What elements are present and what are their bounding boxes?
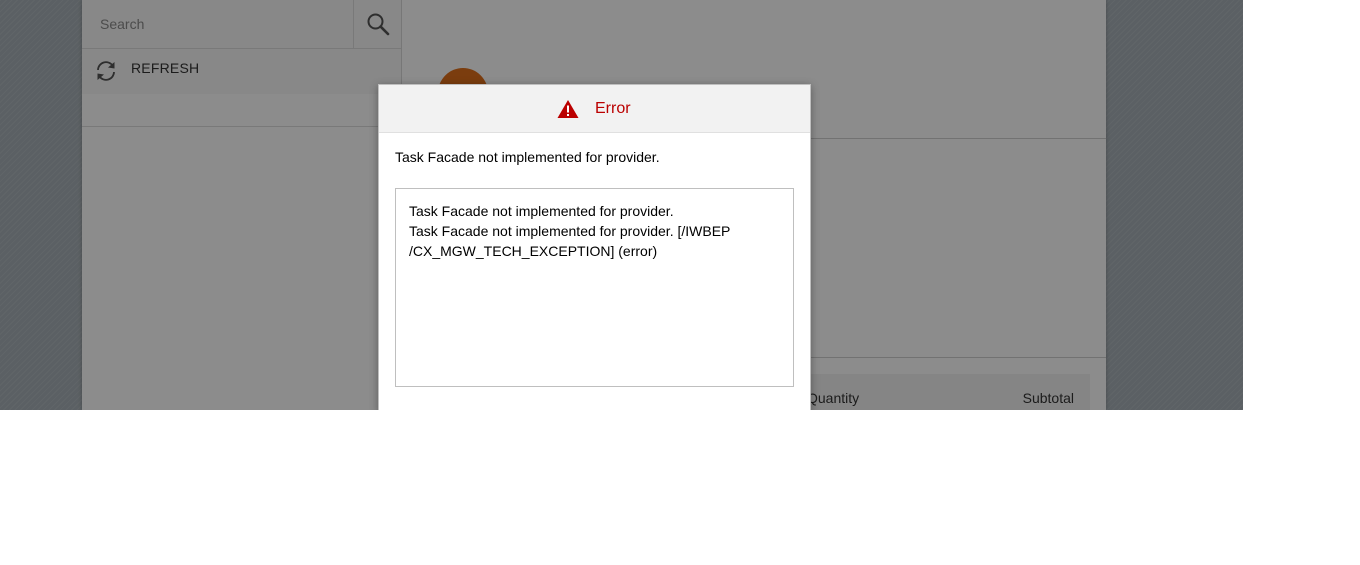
error-details-box[interactable]: Task Facade not implemented for provider… — [395, 188, 794, 387]
dialog-title: Error — [595, 100, 631, 117]
error-message: Task Facade not implemented for provider… — [395, 149, 660, 165]
error-dialog: Error Task Facade not implemented for pr… — [378, 84, 811, 410]
error-details-line: Task Facade not implemented for provider… — [409, 223, 731, 239]
error-details-line: Task Facade not implemented for provider… — [409, 203, 674, 219]
warning-icon — [557, 100, 579, 118]
dialog-header: Error — [379, 85, 810, 133]
app-viewport: REFRESH Quantity Subtotal Error Task Fac… — [0, 0, 1243, 410]
error-details-line: /CX_MGW_TECH_EXCEPTION] (error) — [409, 243, 658, 259]
